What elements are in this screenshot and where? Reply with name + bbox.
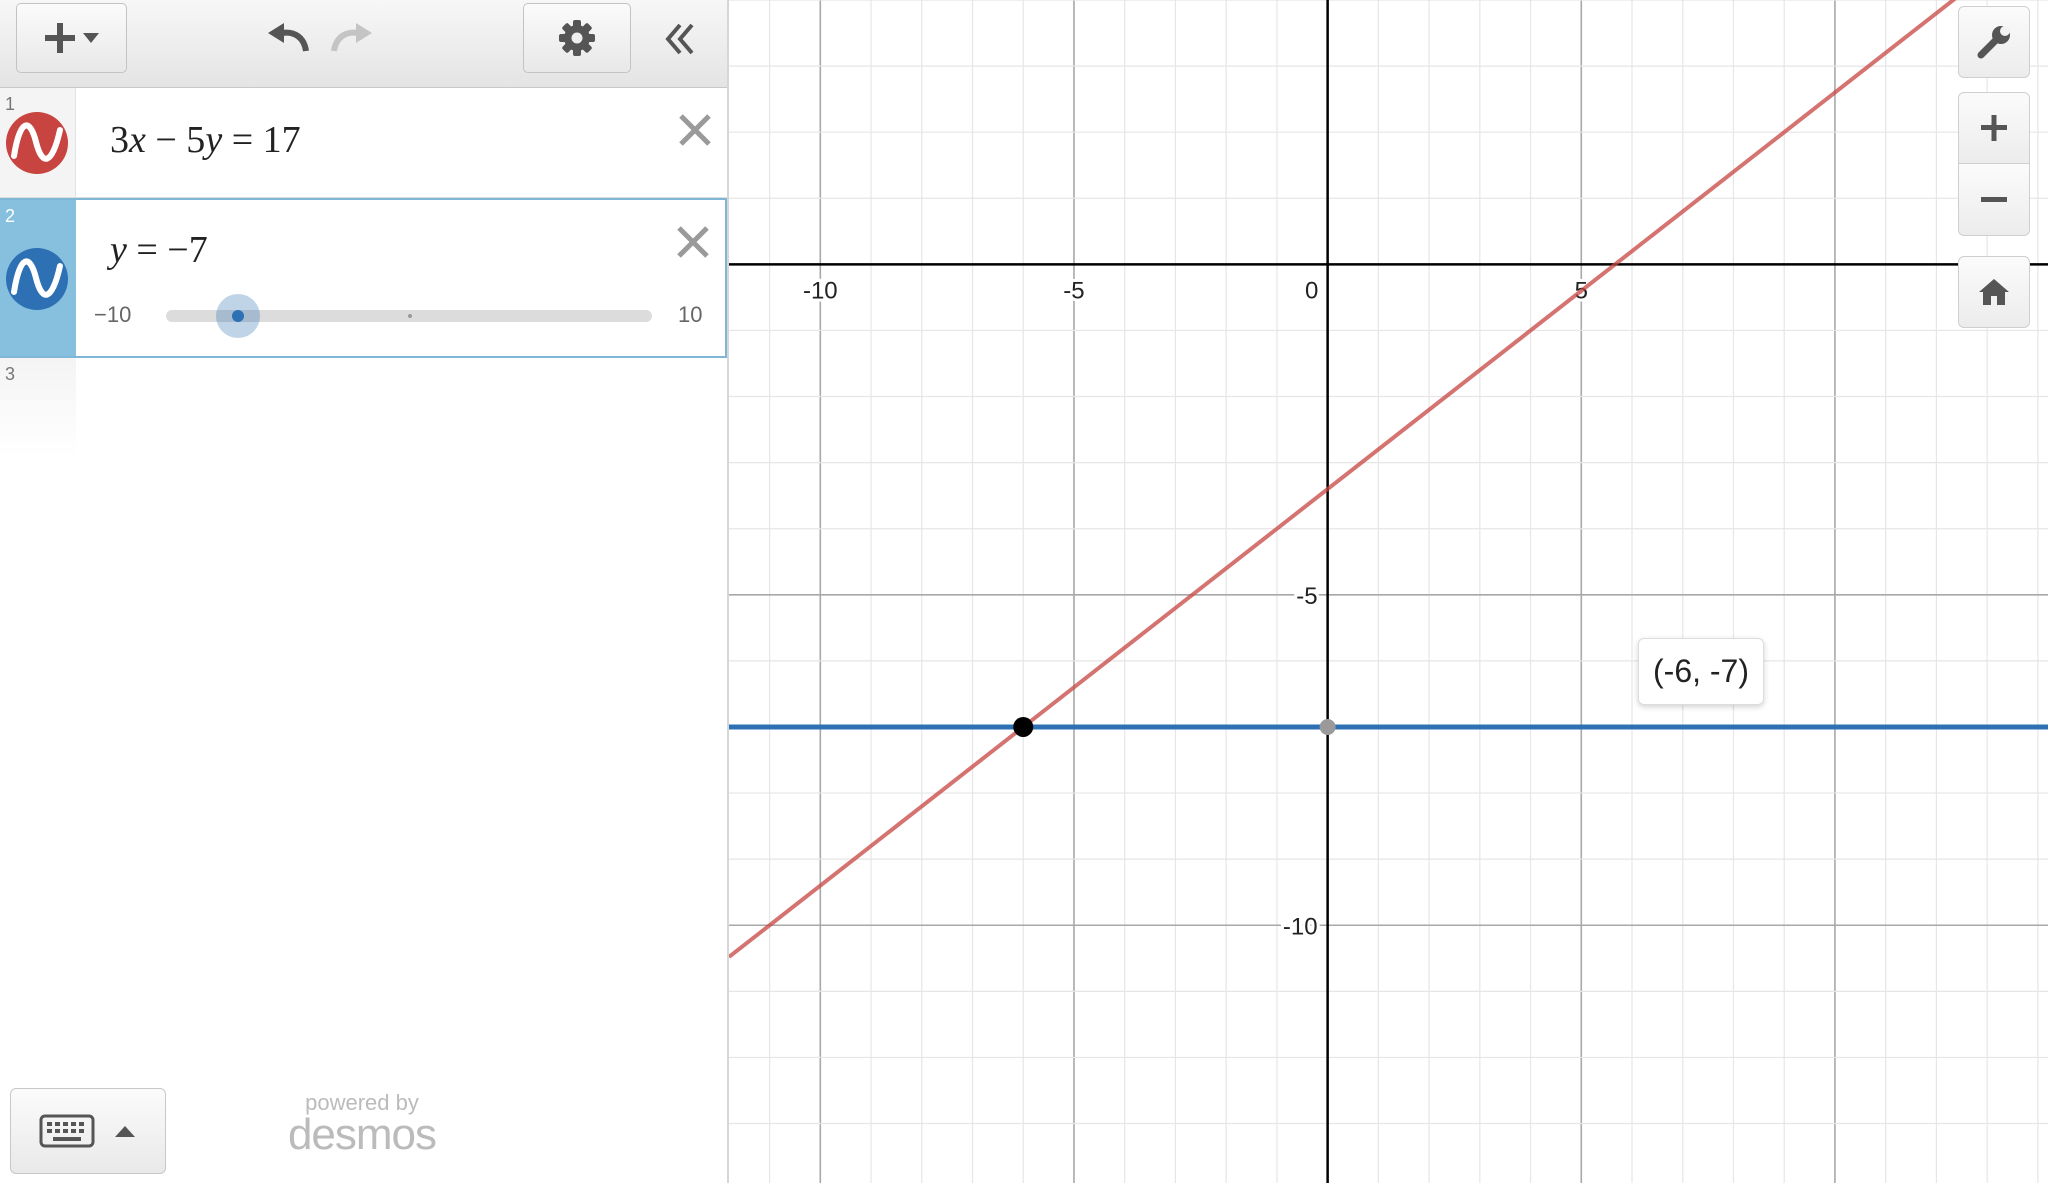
- desmos-branding: powered by desmos: [282, 1090, 442, 1160]
- minus-icon: [1981, 196, 2007, 202]
- expression-item[interactable]: 2 y = −7 −10 10: [0, 198, 727, 358]
- expression-gutter: 1: [0, 88, 76, 197]
- undo-button[interactable]: [258, 12, 318, 66]
- y-tick-label: -5: [1296, 583, 1317, 610]
- expression-gutter: 3: [0, 358, 76, 458]
- wrench-icon: [1977, 26, 2010, 59]
- keyboard-icon: [39, 1114, 95, 1148]
- series-line-red: [729, 0, 1957, 959]
- delete-expression-button[interactable]: [671, 220, 715, 264]
- slider-midpoint: [408, 314, 412, 318]
- double-chevron-left-icon: [665, 23, 694, 55]
- chevron-down-icon: [82, 33, 99, 43]
- graph-paper[interactable]: -10-505-5-10 (-6, -7): [729, 0, 2048, 1183]
- zoom-out-button[interactable]: [1958, 164, 2030, 236]
- y-intercept-point: [1319, 718, 1336, 735]
- expression-number: 3: [5, 364, 16, 384]
- collapse-panel-button[interactable]: [650, 12, 710, 66]
- plus-icon: [1981, 115, 2007, 141]
- x-tick-label: 0: [1305, 277, 1318, 304]
- y-tick-label: -10: [1283, 913, 1318, 940]
- expression-number: 2: [5, 206, 16, 226]
- expression-gutter: 2: [0, 200, 76, 356]
- expression-toolbar: [0, 0, 727, 88]
- triangle-up-icon: [115, 1126, 135, 1137]
- redo-button[interactable]: [322, 12, 382, 66]
- zoom-in-button[interactable]: [1958, 92, 2030, 164]
- close-icon: [679, 114, 711, 146]
- expression-panel: 1 3x − 5y = 17 2 y = −7 −10 10 3 powered…: [0, 0, 729, 1183]
- home-icon: [1979, 279, 2009, 305]
- graph-canvas[interactable]: -10-505-5-10: [729, 0, 2048, 1183]
- keyboard-toggle-button[interactable]: [10, 1088, 166, 1174]
- undo-icon: [268, 23, 309, 52]
- desmos-logo: desmos: [287, 1110, 437, 1159]
- expression-item[interactable]: 3: [0, 358, 727, 458]
- expression-input[interactable]: 3x − 5y = 17: [110, 118, 301, 162]
- default-viewport-button[interactable]: [1958, 256, 2030, 328]
- slider-min-label[interactable]: −10: [94, 302, 131, 328]
- delete-expression-button[interactable]: [673, 108, 717, 152]
- graph-settings-button[interactable]: [1958, 6, 2030, 78]
- settings-button[interactable]: [523, 3, 631, 73]
- curve-toggle-icon[interactable]: [6, 112, 68, 174]
- add-item-button[interactable]: [16, 3, 127, 73]
- expression-item[interactable]: 1 3x − 5y = 17: [0, 88, 727, 198]
- curve-toggle-icon[interactable]: [6, 248, 68, 310]
- slider-handle[interactable]: [216, 294, 260, 338]
- close-icon: [677, 226, 709, 258]
- x-tick-label: -10: [803, 277, 838, 304]
- redo-icon: [331, 23, 372, 52]
- point-coordinate-label: (-6, -7): [1638, 638, 1764, 705]
- x-tick-label: -5: [1063, 277, 1084, 304]
- gear-icon: [559, 20, 595, 56]
- slider-max-label[interactable]: 10: [678, 302, 702, 328]
- expression-input[interactable]: y = −7: [110, 228, 208, 272]
- plus-icon: [44, 23, 99, 53]
- intersection-point: [1013, 716, 1034, 737]
